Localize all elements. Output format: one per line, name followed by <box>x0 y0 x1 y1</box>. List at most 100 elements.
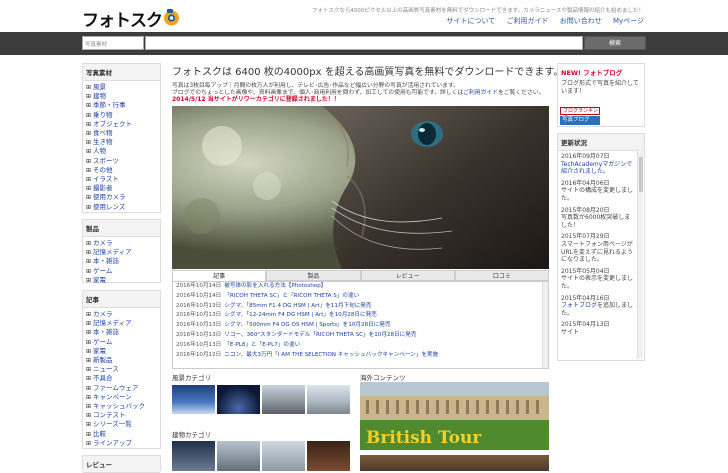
news-tabs: 記事 製品 レビュー 口コミ <box>172 270 549 281</box>
sidebar-item-landscape[interactable]: 風景 <box>86 83 157 92</box>
tab-reviews[interactable]: レビュー <box>360 270 455 281</box>
blog-ranking-badge[interactable]: ブログランキング <box>560 107 600 121</box>
news-link[interactable]: 「RICOH THETA SC」と「RICOH THETA S」の違い <box>224 293 359 299</box>
photo-blog-title[interactable]: NEW! フォトブログ <box>558 64 644 80</box>
sidebar-product-title: 製品 <box>83 220 160 237</box>
sidebar-item-lens-used[interactable]: 使用レンズ <box>86 203 157 212</box>
nav-contact[interactable]: お問い合わせ <box>560 17 602 25</box>
sidebar-item-sports[interactable]: スポーツ <box>86 157 157 166</box>
thumb-building-4[interactable] <box>307 441 350 471</box>
update-date: 2015年07月29日 <box>561 233 610 241</box>
sidebar-product-appliance[interactable]: 家電 <box>86 276 157 285</box>
list-item: 2016年10月13日 「E-PL8」と「E-PL7」の違い <box>173 341 548 351</box>
news-link[interactable]: シグマ、「12-24mm F4 DG HSM | Art」を10月28日に発売 <box>224 312 377 318</box>
sidebar-item-vehicle[interactable]: 乗り物 <box>86 111 157 120</box>
news-date: 2016年10月13日 <box>176 322 222 329</box>
news-date: 2016年10月12日 <box>176 351 222 358</box>
news-list: 2016年10月14日 被写体の影を入れる方法【Photoshop】 2016年1… <box>172 281 549 369</box>
sidebar-product-camera[interactable]: カメラ <box>86 239 157 248</box>
update-item: 2015年04月16日 フォトブログを追加しました。 <box>558 293 638 320</box>
news-date: 2016年10月14日 <box>176 283 222 289</box>
update-text: 写真数が6000枚突破しました！ <box>561 214 631 229</box>
sidebar-article-campaign[interactable]: キャンペーン <box>86 393 157 402</box>
thumb-landscape-4[interactable] <box>307 385 350 414</box>
news-link[interactable]: シグマ、「85mm F1.4 DG HSM | Art」を11月下旬に発売 <box>224 303 371 309</box>
sidebar-products: 製品 カメラ 記憶メディア 本・雑誌 ゲーム 家電 <box>82 219 161 285</box>
sidebar-product-books[interactable]: 本・雑誌 <box>86 257 157 266</box>
thumb-landscape-1[interactable] <box>172 385 215 414</box>
overseas-section-title: 海外コンテンツ <box>360 374 406 382</box>
news-link[interactable]: 被写体の影を入れる方法【Photoshop】 <box>224 283 326 289</box>
update-date: 2015年04月13日 <box>561 321 610 329</box>
news-scrollbar[interactable] <box>542 282 548 368</box>
sidebar-article-appliance[interactable]: 家電 <box>86 347 157 356</box>
tab-kuchikomi[interactable]: 口コミ <box>454 270 549 281</box>
news-date: 2016年10月13日 <box>176 331 222 338</box>
sidebar-article-game[interactable]: ゲーム <box>86 338 157 347</box>
tab-articles[interactable]: 記事 <box>172 270 267 281</box>
nav-guide[interactable]: ご利用ガイド <box>506 17 548 25</box>
thumb-landscape-3[interactable] <box>262 385 305 414</box>
sidebar-item-season[interactable]: 季節・行事 <box>86 101 157 110</box>
news-link[interactable]: リコー、360°スタンダードモデル「RICOH THETA SC」を10月28日… <box>224 332 416 338</box>
search-input[interactable] <box>145 36 583 50</box>
desc2-post: をご覧ください。 <box>497 90 545 96</box>
update-text: サイト <box>561 328 580 336</box>
search-category-select[interactable]: 写真素材 <box>82 36 144 50</box>
thumb-landscape-2[interactable] <box>217 385 260 414</box>
sidebar-item-illustration[interactable]: イラスト <box>86 175 157 184</box>
sidebar-photo-title: 写真素材 <box>83 64 160 81</box>
nav-about[interactable]: サイトについて <box>446 17 495 25</box>
sidebar-article-firmware[interactable]: ファームウェア <box>86 384 157 393</box>
news-link[interactable]: ニコン、最大3万円「I AM THE SELECTION キャッシュバックキャン… <box>224 352 438 358</box>
site-logo[interactable]: フォトスク <box>82 6 163 31</box>
list-item: 2016年10月12日 ニコン、最大3万円「I AM THE SELECTION … <box>173 351 548 361</box>
sidebar-item-camera-used[interactable]: 使用カメラ <box>86 193 157 202</box>
update-status-box: 更新状況 2016年09月07日 TechAcademyマガジンで紹介されました。… <box>557 133 645 361</box>
list-item: 2016年10月14日 被写体の影を入れる方法【Photoshop】 <box>173 282 548 292</box>
sidebar-article-series[interactable]: シリーズ一覧 <box>86 420 157 429</box>
british-tour-title: British Tour <box>366 428 482 448</box>
sidebar-article-cashback[interactable]: キャッシュバック <box>86 402 157 411</box>
guide-link[interactable]: ご利用ガイド <box>463 90 498 96</box>
sidebar-article-title: 記事 <box>83 291 160 308</box>
news-link[interactable]: 「E-PL8」と「E-PL7」の違い <box>224 342 300 348</box>
landscape-section-title: 風景カテゴリ <box>172 374 211 382</box>
update-text: サイトの表示を変更しました。 <box>561 275 634 290</box>
update-date: 2016年09月07日 <box>561 153 610 160</box>
sidebar-article-new[interactable]: 新製品 <box>86 356 157 365</box>
british-tour-banner[interactable]: British Tour <box>360 382 549 450</box>
sidebar-article-compare[interactable]: 比較 <box>86 430 157 439</box>
update-link[interactable]: フォトブログ <box>561 302 597 309</box>
hero-cat-photo[interactable] <box>172 106 549 269</box>
sidebar-item-object[interactable]: オブジェクト <box>86 120 157 129</box>
update-text[interactable]: TechAcademyマガジンで紹介されました。 <box>561 161 632 176</box>
search-button[interactable]: 検索 <box>584 36 646 50</box>
sidebar-article-camera[interactable]: カメラ <box>86 310 157 319</box>
photo-blog-badge[interactable]: 写真ブログ <box>560 116 600 125</box>
sidebar-article-bug[interactable]: 不具合 <box>86 374 157 383</box>
site-tagline: フォトスクなら4000ピクセル以上の高画質写真素材を無料でダウンロードできます。… <box>311 8 644 14</box>
nav-mypage[interactable]: Myページ <box>613 17 644 25</box>
photo-blog-desc: ブログ形式で写真を紹介しています！ <box>561 80 639 95</box>
page-title: フォトスクは 6400 枚の4000px を超える高画質写真を無料でダウンロード… <box>172 67 564 78</box>
sidebar-product-game[interactable]: ゲーム <box>86 267 157 276</box>
list-item: 2016年10月13日 シグマ、「12-24mm F4 DG HSM | Art」… <box>173 311 548 321</box>
tab-products[interactable]: 製品 <box>266 270 361 281</box>
update-item: 2015年04月13日 サイト <box>558 319 638 338</box>
thumb-building-2[interactable] <box>217 441 260 471</box>
thumb-building-3[interactable] <box>262 441 305 471</box>
sidebar-review-title: レビュー <box>83 456 160 473</box>
sidebar-item-person[interactable]: 人物 <box>86 147 157 156</box>
overseas-thumb-2[interactable] <box>360 455 549 471</box>
thumb-building-1[interactable] <box>172 441 215 471</box>
update-text: サイトの構成を変更しました。 <box>561 187 634 202</box>
news-link[interactable]: シグマ、「500mm F4 DG OS HSM | Sports」を10月28日… <box>224 322 390 328</box>
sidebar-item-other[interactable]: その他 <box>86 166 157 175</box>
update-item: 2015年05月04日 サイトの表示を変更しました。 <box>558 266 638 293</box>
sidebar-article-lineup[interactable]: ラインアップ <box>86 439 157 448</box>
sidebar-item-food[interactable]: 食べ物 <box>86 129 157 138</box>
news-date: 2016年10月13日 <box>176 302 222 309</box>
sidebar-article-books[interactable]: 本・雑誌 <box>86 328 157 337</box>
update-scrollbar[interactable] <box>637 149 643 359</box>
